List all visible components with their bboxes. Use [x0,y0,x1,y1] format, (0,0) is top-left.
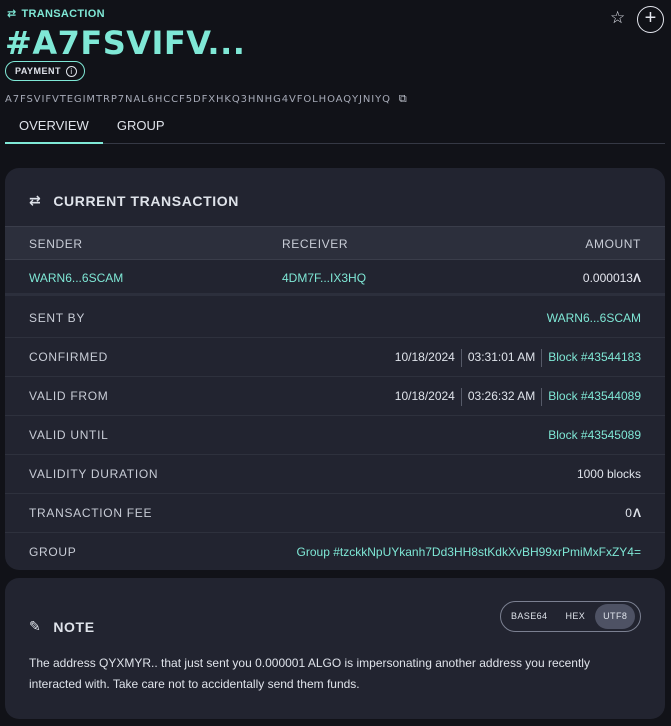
details-list: SENT BY WARN6...6SCAM CONFIRMED 10/18/20… [5,299,665,570]
copy-icon[interactable]: ⧉ [399,92,408,106]
detail-label: SENT BY [29,311,86,325]
validity-duration-value: 1000 blocks [576,467,641,481]
page-title: #A7FSVIFV... [5,24,246,62]
current-transaction-card: ⇄ CURRENT TRANSACTION SENDER RECEIVER AM… [5,168,665,570]
transaction-kind: ⇄ TRANSACTION [7,7,105,21]
transaction-id-text: A7FSVIFVTEGIMTRP7NAL6HCCF5DFXHKQ3HNHG4VF… [5,93,391,105]
page-header: ⇄ TRANSACTION #A7FSVIFV... PAYMENT i A7F… [0,0,671,150]
transaction-id: A7FSVIFVTEGIMTRP7NAL6HCCF5DFXHKQ3HNHG4VF… [5,92,408,106]
confirmed-date: 10/18/2024 [394,350,455,364]
detail-label: VALID UNTIL [29,428,109,442]
detail-valid-until: VALID UNTIL Block #43545089 [5,416,665,455]
divider [541,348,543,367]
encoding-hex[interactable]: HEX [557,604,593,629]
card-title: NOTE [53,618,95,635]
add-button[interactable]: + [637,6,664,33]
valid-from-block-link[interactable]: Block #43544089 [548,377,641,416]
info-icon[interactable]: i [66,65,78,77]
type-label: PAYMENT [15,66,62,76]
detail-value: WARN6...6SCAM [547,299,641,338]
detail-value: Group #tzckkNpUYkanh7Dd3HH8stKdkXvBH99xr… [297,533,641,570]
card-heading: ✎ NOTE [29,618,95,635]
detail-validity-duration: VALIDITY DURATION 1000 blocks [5,455,665,494]
encoding-toggle: BASE64 HEX UTF8 [500,601,641,632]
detail-valid-from: VALID FROM 10/18/2024 03:26:32 AM Block … [5,377,665,416]
valid-from-time: 03:26:32 AM [467,389,536,403]
detail-label: GROUP [29,545,77,559]
divider [541,387,543,406]
group-link[interactable]: Group #tzckkNpUYkanh7Dd3HH8stKdkXvBH99xr… [297,533,641,570]
receiver-link[interactable]: 4DM7F...IX3HQ [282,260,366,296]
amount-number: 0.000013 [582,271,633,285]
confirmed-block-link[interactable]: Block #43544183 [548,338,641,377]
pencil-icon: ✎ [29,618,42,634]
note-text: The address QYXMYR.. that just sent you … [29,656,590,691]
transaction-type-pill[interactable]: PAYMENT i [5,61,86,81]
algo-icon: Λ [632,271,641,285]
swap-arrows-icon: ⇄ [29,192,42,208]
column-amount: AMOUNT [585,237,641,251]
detail-value: 0 Λ [625,494,641,533]
detail-label: VALIDITY DURATION [29,467,159,481]
detail-value: 10/18/2024 03:26:32 AM Block #43544089 [395,377,641,416]
table-header: SENDER RECEIVER AMOUNT [5,226,665,260]
kind-label: TRANSACTION [21,7,105,20]
algo-icon: Λ [632,506,641,520]
tab-overview[interactable]: OVERVIEW [5,110,103,144]
encoding-base64[interactable]: BASE64 [503,604,555,629]
card-heading: ⇄ CURRENT TRANSACTION [29,192,239,209]
star-icon[interactable]: ☆ [610,8,625,28]
tab-bar: OVERVIEW GROUP [5,110,665,144]
tab-group[interactable]: GROUP [103,110,179,144]
column-receiver: RECEIVER [282,237,349,251]
card-title: CURRENT TRANSACTION [53,192,239,209]
detail-value: 1000 blocks [577,455,641,494]
table-row: WARN6...6SCAM 4DM7F...IX3HQ 0.000013Λ [5,260,665,296]
fee-value: 0 [625,506,632,520]
confirmed-time: 03:31:01 AM [467,350,536,364]
encoding-utf8[interactable]: UTF8 [595,604,636,629]
sent-by-link[interactable]: WARN6...6SCAM [547,299,641,338]
column-sender: SENDER [29,237,83,251]
note-card: ✎ NOTE BASE64 HEX UTF8 The address QYXMY… [5,578,665,719]
detail-sent-by: SENT BY WARN6...6SCAM [5,299,665,338]
detail-value: 10/18/2024 03:31:01 AM Block #43544183 [395,338,641,377]
sender-link[interactable]: WARN6...6SCAM [29,260,123,296]
valid-until-block-link[interactable]: Block #43545089 [548,416,641,455]
detail-label: TRANSACTION FEE [29,506,153,520]
detail-label: CONFIRMED [29,350,108,364]
detail-value: Block #43545089 [548,416,641,455]
valid-from-date: 10/18/2024 [394,389,455,403]
swap-arrows-icon: ⇄ [7,8,17,20]
amount-value: 0.000013Λ [583,260,641,296]
detail-label: VALID FROM [29,389,109,403]
divider [460,348,462,367]
divider [460,387,462,406]
detail-transaction-fee: TRANSACTION FEE 0 Λ [5,494,665,533]
detail-group: GROUP Group #tzckkNpUYkanh7Dd3HH8stKdkXv… [5,533,665,570]
detail-confirmed: CONFIRMED 10/18/2024 03:31:01 AM Block #… [5,338,665,377]
